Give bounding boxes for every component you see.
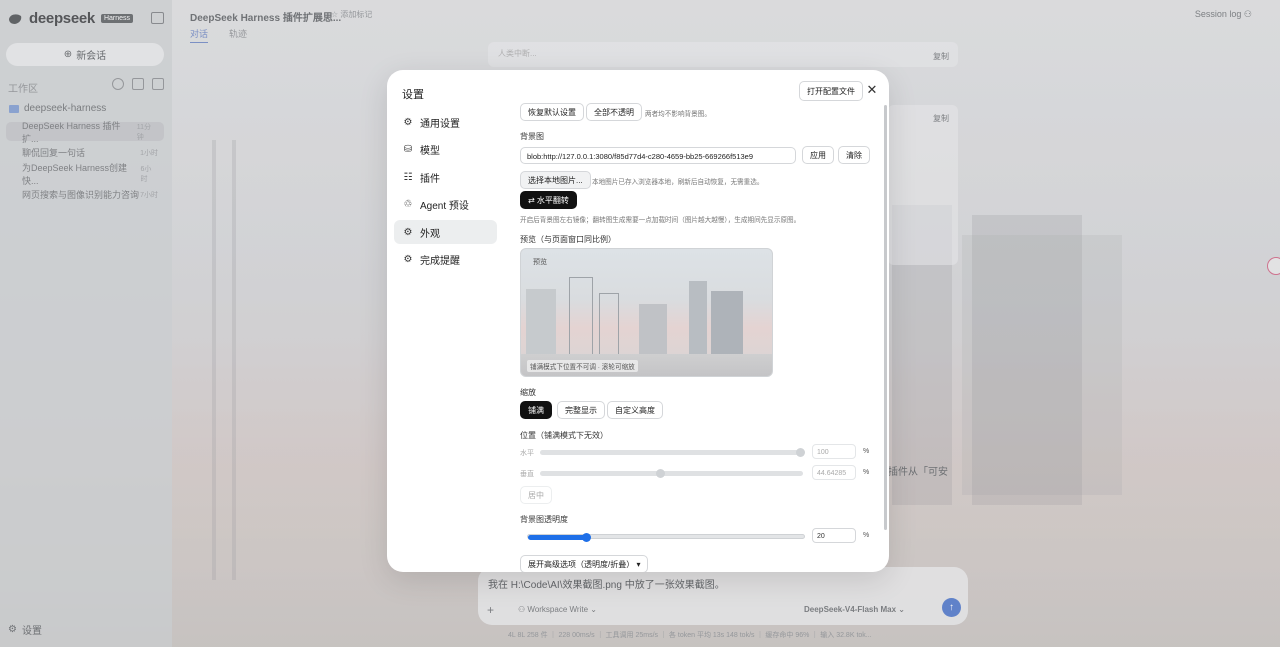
horizontal-slider[interactable] xyxy=(540,448,805,457)
nav-item-label: Agent 预设 xyxy=(420,201,469,213)
scale-full-button[interactable]: 完整显示 xyxy=(557,401,605,419)
settings-dialog: 设置 打开配置文件 ✕ ⚙ 通用设置 ⛁ 模型 ☷ 插件 ♲ Agent 预设 ⚙ 外观 … xyxy=(387,70,889,572)
scale-custom-height-button[interactable]: 自定义高度 xyxy=(607,401,663,419)
appearance-panel: 恢复默认设置 全部不透明 两者均不影响背景图。 背景图 blob:http://… xyxy=(520,103,875,572)
dialog-scrollbar[interactable] xyxy=(884,105,887,530)
preview-label: 预览（与页面窗口同比例） xyxy=(520,235,616,244)
vertical-unit: % xyxy=(863,469,870,476)
clear-button[interactable]: 清除 xyxy=(838,146,870,164)
opacity-slider-fill xyxy=(528,535,586,540)
all-opaque-button[interactable]: 全部不透明 xyxy=(586,103,642,121)
opacity-slider-thumb[interactable] xyxy=(582,533,591,542)
nav-item-label: 插件 xyxy=(420,173,440,185)
nav-item-completion-alert[interactable]: ⚙ 完成提醒 xyxy=(394,248,497,272)
opacity-unit: % xyxy=(863,532,870,539)
caret-down-icon: ▾ xyxy=(636,559,641,569)
nav-item-label: 完成提醒 xyxy=(420,256,460,268)
opacity-label: 背景图透明度 xyxy=(520,515,568,524)
gear-icon: ⚙ xyxy=(403,254,413,266)
horizontal-slider-thumb[interactable] xyxy=(796,448,805,457)
background-url-input[interactable]: blob:http://127.0.0.1:3080/f85d77d4-c280… xyxy=(520,147,796,164)
nav-item-plugins[interactable]: ☷ 插件 xyxy=(394,165,497,189)
advanced-options-button[interactable]: 展开高级选项（透明度/折叠） ▾ xyxy=(520,555,649,572)
center-button[interactable]: 居中 xyxy=(520,486,552,504)
preview-tag: 预览 xyxy=(533,259,547,266)
settings-nav: ⚙ 通用设置 ⛁ 模型 ☷ 插件 ♲ Agent 预设 ⚙ 外观 ⚙ 完成提醒 xyxy=(394,110,497,276)
horizontal-label: 水平 xyxy=(520,450,534,457)
apply-button[interactable]: 应用 xyxy=(802,146,834,164)
horizontal-flip-button[interactable]: ⇄ 水平翻转 xyxy=(520,191,577,209)
vertical-label: 垂直 xyxy=(520,471,534,478)
nav-item-label: 外观 xyxy=(420,228,440,240)
database-icon: ⛁ xyxy=(403,144,413,156)
preview-footer-hint: 铺满模式下位置不可调 · 滚轮可缩放 xyxy=(527,360,638,372)
reset-default-button[interactable]: 恢复默认设置 xyxy=(520,103,584,121)
sliders-icon: ☷ xyxy=(403,171,413,183)
flip-hint: 开启后背景图左右镜像；翻转图生成需要一点加载时间（图片越大越慢），生成期间先显示… xyxy=(520,217,801,224)
reset-hint: 两者均不影响背景图。 xyxy=(645,111,711,118)
position-label: 位置（铺满模式下无效） xyxy=(520,431,608,440)
choose-local-image-button[interactable]: 选择本地图片... xyxy=(520,171,591,189)
background-image-label: 背景图 xyxy=(520,132,544,141)
recycle-icon: ♲ xyxy=(403,199,413,211)
nav-item-agent-presets[interactable]: ♲ Agent 预设 xyxy=(394,193,497,217)
scale-label: 缩放 xyxy=(520,388,536,397)
close-icon[interactable]: ✕ xyxy=(865,82,879,98)
nav-item-appearance[interactable]: ⚙ 外观 xyxy=(394,220,497,245)
dialog-title: 设置 xyxy=(402,89,424,101)
vertical-slider-thumb[interactable] xyxy=(656,469,665,478)
gear-icon: ⚙ xyxy=(403,116,413,128)
scale-fill-button[interactable]: 铺满 xyxy=(520,401,552,419)
open-config-button[interactable]: 打开配置文件 xyxy=(799,81,863,101)
nav-item-model[interactable]: ⛁ 模型 xyxy=(394,138,497,162)
nav-item-label: 通用设置 xyxy=(420,118,460,130)
gear-icon: ⚙ xyxy=(403,226,413,238)
local-image-hint: 本地图片已存入浏览器本地，刷新后自动恢复，无需重选。 xyxy=(592,179,764,186)
nav-item-label: 模型 xyxy=(420,146,440,158)
background-preview[interactable]: 预览 铺满模式下位置不可调 · 滚轮可缩放 xyxy=(520,248,773,377)
opacity-value-input[interactable]: 20 xyxy=(812,528,856,543)
advanced-options-label: 展开高级选项（透明度/折叠） xyxy=(528,559,635,569)
vertical-value-input[interactable]: 44.64285 xyxy=(812,465,856,480)
vertical-slider[interactable] xyxy=(540,469,803,478)
nav-item-general[interactable]: ⚙ 通用设置 xyxy=(394,110,497,134)
horizontal-value-input[interactable]: 100 xyxy=(812,444,856,459)
opacity-slider[interactable] xyxy=(527,533,805,542)
horizontal-unit: % xyxy=(863,448,870,455)
